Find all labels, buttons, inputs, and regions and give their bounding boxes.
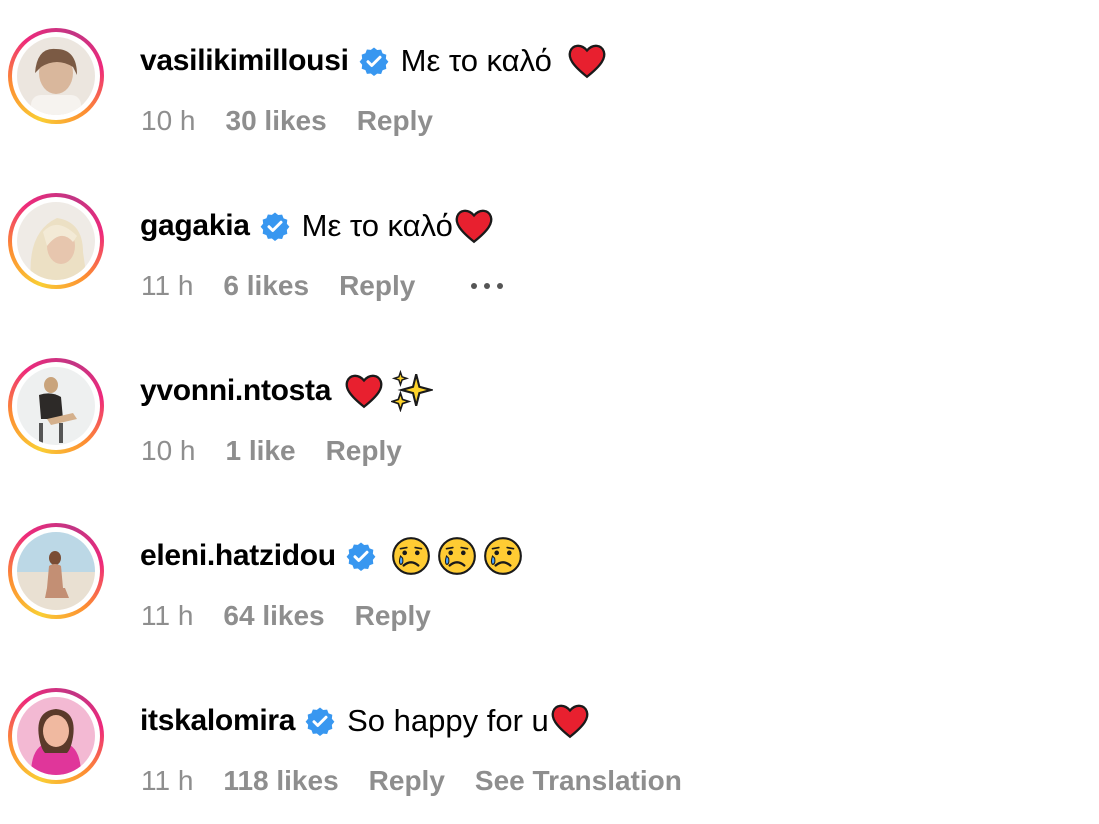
reply-button[interactable]: Reply: [339, 270, 415, 302]
likes-count[interactable]: 30 likes: [226, 105, 327, 137]
likes-count[interactable]: 6 likes: [223, 270, 309, 302]
username[interactable]: gagakia: [140, 209, 250, 243]
sparkles-icon: [391, 370, 434, 412]
verified-badge-icon: [346, 542, 376, 571]
username[interactable]: itskalomira: [140, 704, 295, 738]
comment-item: gagakia Με το καλό 11 h 6 likes Reply: [0, 165, 1099, 330]
crying-face-icon: [483, 537, 522, 575]
username[interactable]: eleni.hatzidou: [140, 539, 336, 573]
more-options-icon[interactable]: [471, 271, 504, 301]
comment-item: eleni.hatzidou 11 h 64 likes Reply: [0, 495, 1099, 660]
avatar[interactable]: [8, 193, 104, 289]
comment-text: Με το καλό: [400, 43, 552, 78]
crying-face-icon: [437, 537, 476, 575]
avatar[interactable]: [8, 358, 104, 454]
red-heart-icon: [551, 704, 589, 739]
comment-time: 11 h: [141, 600, 194, 631]
avatar[interactable]: [8, 688, 104, 784]
red-heart-icon: [455, 209, 493, 244]
comment-time: 11 h: [141, 765, 194, 796]
comment-time: 11 h: [141, 270, 194, 301]
reply-button[interactable]: Reply: [369, 765, 445, 797]
username[interactable]: yvonni.ntosta: [140, 374, 331, 408]
red-heart-icon: [345, 374, 383, 409]
username[interactable]: vasilikimillousi: [140, 44, 349, 78]
see-translation-link[interactable]: See Translation: [475, 765, 682, 797]
likes-count[interactable]: 118 likes: [223, 765, 338, 797]
likes-count[interactable]: 1 like: [226, 435, 296, 467]
reply-button[interactable]: Reply: [355, 600, 431, 632]
verified-badge-icon: [359, 47, 389, 76]
comment-text: So happy for u: [347, 703, 549, 738]
avatar[interactable]: [8, 28, 104, 124]
reply-button[interactable]: Reply: [326, 435, 402, 467]
reply-button[interactable]: Reply: [357, 105, 433, 137]
comment-item: itskalomira So happy for u 11 h 118 like…: [0, 660, 1099, 824]
likes-count[interactable]: 64 likes: [223, 600, 324, 632]
comment-item: yvonni.ntosta 10 h 1 like Reply: [0, 330, 1099, 495]
verified-badge-icon: [305, 707, 335, 736]
verified-badge-icon: [260, 212, 290, 241]
comment-time: 10 h: [141, 105, 196, 136]
comment-text: Με το καλό: [301, 208, 453, 243]
crying-face-icon: [391, 537, 430, 575]
comment-item: vasilikimillousi Με το καλό 10 h 30 like…: [0, 0, 1099, 165]
avatar[interactable]: [8, 523, 104, 619]
comment-time: 10 h: [141, 435, 196, 466]
red-heart-icon: [568, 44, 606, 79]
